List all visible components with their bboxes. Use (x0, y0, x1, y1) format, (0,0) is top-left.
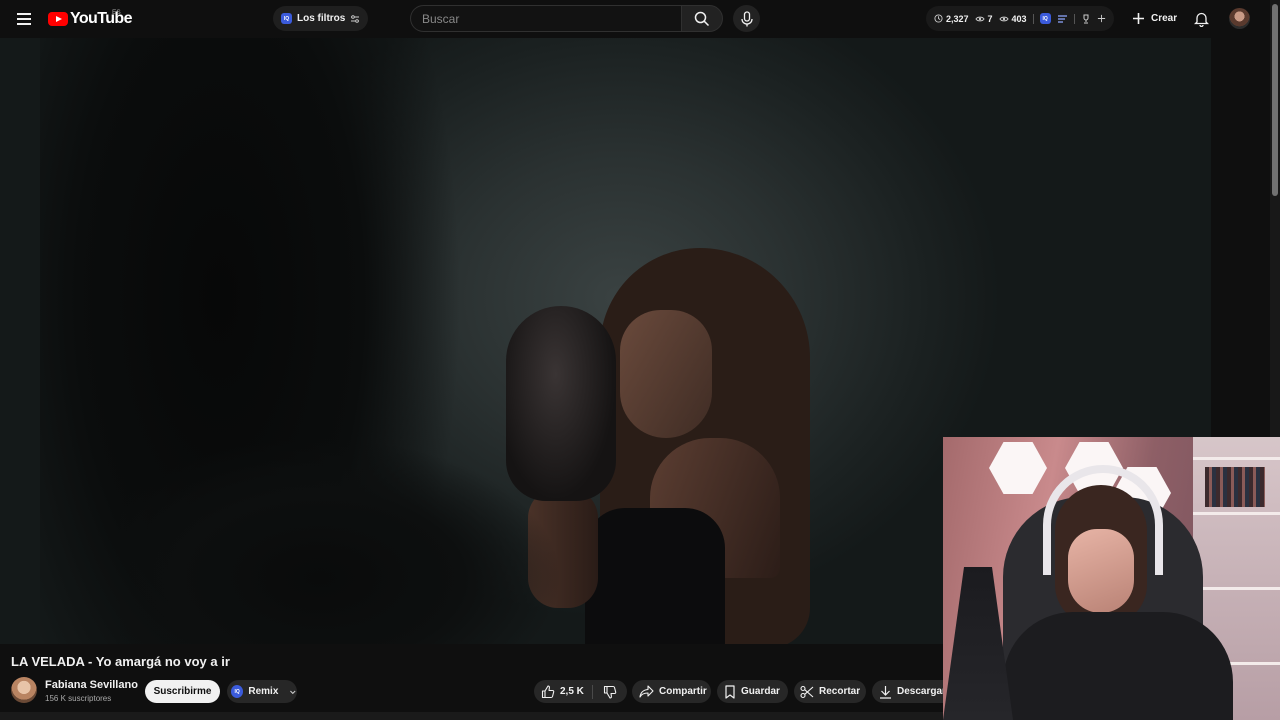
watch-stat: 403 (998, 13, 1027, 24)
dislike-button[interactable] (593, 680, 627, 703)
search-input[interactable] (411, 6, 681, 31)
extension-stats-bar[interactable]: 2,327 7 403 IQ (926, 6, 1114, 31)
iq-extension-icon: IQ (281, 13, 292, 24)
iq-extension-icon: IQ (231, 685, 244, 698)
search-box (410, 5, 681, 32)
save-button[interactable]: Guardar (717, 680, 788, 703)
remix-label: Remix (248, 686, 279, 697)
foreground-silhouette-lower (120, 428, 600, 644)
account-avatar[interactable] (1229, 8, 1250, 29)
eye-icon (998, 16, 1009, 21)
time-stat: 2,327 (934, 14, 969, 24)
views-stat-value: 7 (987, 13, 993, 24)
video-subject-face (620, 310, 712, 438)
voice-search-button[interactable] (733, 5, 760, 32)
thumbs-up-icon (541, 684, 555, 698)
clip-button[interactable]: Recortar (794, 680, 866, 703)
bookmark-icon (725, 684, 735, 699)
channel-avatar[interactable] (11, 677, 37, 703)
webcam-hex-light (989, 442, 1047, 494)
country-code: ES (112, 9, 121, 16)
views-stat: 7 (974, 13, 993, 24)
scrollbar-thumb[interactable] (1272, 4, 1278, 196)
like-dislike-group: 2,5 K (534, 680, 627, 703)
download-label: Descargar (897, 686, 946, 697)
sparkle-icon[interactable] (1097, 14, 1106, 23)
webcam-streamer-body (1003, 612, 1233, 720)
search-icon (694, 11, 710, 26)
thumbs-down-icon (603, 685, 617, 699)
webcam-headset (1043, 465, 1163, 575)
iq-extension-icon[interactable]: IQ (1039, 13, 1051, 24)
filters-label: Los filtros (297, 13, 346, 24)
youtube-play-icon (48, 12, 68, 26)
microphone-icon (740, 10, 753, 26)
video-subject-top (585, 508, 725, 644)
notifications-button[interactable] (1189, 7, 1213, 31)
list-icon[interactable] (1057, 14, 1068, 24)
trophy-icon[interactable] (1081, 14, 1091, 24)
bell-icon (1193, 12, 1209, 27)
scissors-icon (800, 685, 814, 698)
search-button[interactable] (681, 5, 723, 32)
logo-text: YouTube (70, 10, 132, 27)
share-label: Compartir (659, 686, 707, 697)
subscribe-button[interactable]: Suscribirme (145, 680, 220, 703)
share-button[interactable]: Compartir (632, 680, 711, 703)
webcam-books (1205, 467, 1265, 507)
download-icon (880, 685, 891, 699)
sliders-icon (351, 14, 360, 23)
clock-icon (934, 14, 943, 23)
top-bar: YouTube ES IQ Los filtros 2,327 7 403 IQ (0, 0, 1280, 38)
divider (1032, 13, 1034, 24)
filters-button[interactable]: IQ Los filtros (273, 6, 369, 31)
eye-icon (974, 16, 985, 21)
save-label: Guardar (741, 686, 780, 697)
share-icon (639, 685, 654, 698)
create-label: Crear (1151, 13, 1178, 24)
subscriber-count: 156 K suscriptores (45, 694, 112, 703)
chevron-down-icon (290, 690, 296, 694)
like-count: 2,5 K (560, 686, 584, 697)
remix-button[interactable]: IQ Remix (227, 680, 297, 703)
create-button[interactable]: Crear (1124, 6, 1185, 31)
divider (1073, 13, 1075, 24)
webcam-overlay (943, 437, 1280, 720)
plus-icon (1133, 13, 1144, 24)
watch-stat-value: 403 (1011, 13, 1027, 24)
channel-name[interactable]: Fabiana Sevillano (45, 679, 138, 691)
like-button[interactable]: 2,5 K (534, 680, 592, 703)
video-title: LA VELADA - Yo amargá no voy a ir (11, 654, 230, 669)
clip-label: Recortar (819, 686, 861, 697)
time-stat-value: 2,327 (946, 13, 969, 24)
menu-icon[interactable] (12, 7, 36, 31)
